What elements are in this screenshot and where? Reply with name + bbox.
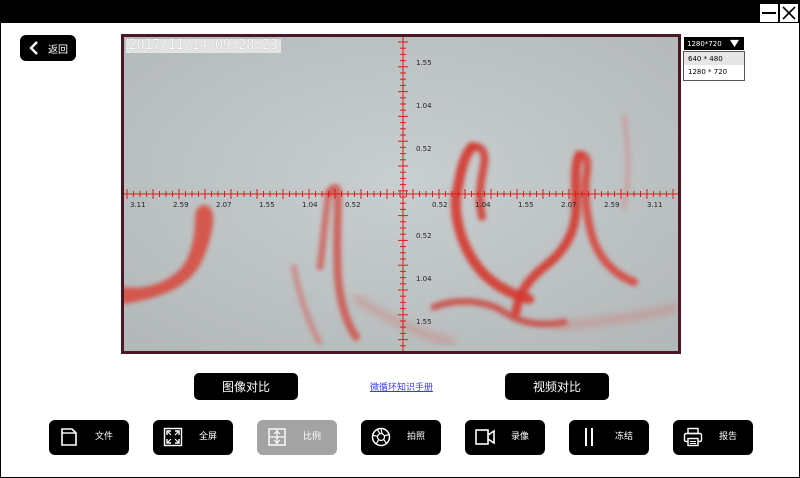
scale-button-label: 比例 xyxy=(303,432,322,442)
resolution-dropdown-menu: 640 * 480 1280 * 720 xyxy=(683,51,745,81)
resolution-option-640[interactable]: 640 * 480 xyxy=(684,52,744,65)
camera-feed[interactable]: 2017/11/14 09:28:23 3.11 2.59 2.07 1.55 1.04… xyxy=(124,37,678,351)
scale-x-label: 2.07 xyxy=(216,201,232,209)
freeze-button-label: 冻结 xyxy=(615,432,634,442)
scale-y-label: 0.52 xyxy=(416,232,432,240)
video-compare-button[interactable]: 视频对比 xyxy=(505,373,609,400)
scale-x-label: 0.52 xyxy=(432,201,448,209)
scale-x-label: 3.11 xyxy=(130,201,146,209)
scale-y-label: 1.04 xyxy=(416,275,432,283)
scale-y-label: 1.55 xyxy=(416,59,432,67)
pause-icon xyxy=(585,428,593,446)
caret-down-icon xyxy=(730,39,739,48)
report-button[interactable]: 报告 xyxy=(673,420,753,455)
chevron-left-icon xyxy=(29,41,38,55)
file-button-label: 文件 xyxy=(95,432,114,442)
file-icon xyxy=(61,428,77,446)
scale-x-label: 1.04 xyxy=(302,201,318,209)
resolution-option-1280[interactable]: 1280 * 720 xyxy=(684,65,744,78)
back-button[interactable]: 返回 xyxy=(20,35,76,61)
title-bar xyxy=(1,1,799,23)
record-video-button[interactable]: 录像 xyxy=(465,420,545,455)
scale-ruler-icon xyxy=(268,428,286,446)
file-button[interactable]: 文件 xyxy=(49,420,129,455)
app-window: 返回 2017/11/14 09:28:23 3.11 2.59 2.07 1.… xyxy=(0,0,800,478)
scale-x-label: 2.07 xyxy=(561,201,577,209)
scale-y-label: 1.04 xyxy=(416,102,432,110)
camera-viewer: 2017/11/14 09:28:23 3.11 2.59 2.07 1.55 1.04… xyxy=(121,34,681,354)
video-camera-icon xyxy=(475,429,495,445)
scale-y-label: 0.52 xyxy=(416,145,432,153)
close-button[interactable] xyxy=(779,3,799,23)
knowledge-manual-link[interactable]: 微循环知识手册 xyxy=(370,380,433,393)
freeze-button[interactable]: 冻结 xyxy=(569,420,649,455)
printer-icon xyxy=(683,427,703,447)
scale-x-label: 3.11 xyxy=(647,201,663,209)
record-video-button-label: 录像 xyxy=(511,432,530,442)
fullscreen-button-label: 全屏 xyxy=(199,432,218,442)
back-button-label: 返回 xyxy=(48,44,68,56)
scale-x-label: 1.04 xyxy=(475,201,491,209)
capillary-image xyxy=(124,37,678,351)
scale-button[interactable]: 比例 xyxy=(257,420,337,455)
scale-x-label: 1.55 xyxy=(518,201,534,209)
scale-x-label: 2.59 xyxy=(173,201,189,209)
close-icon xyxy=(782,6,796,20)
camera-aperture-icon xyxy=(371,427,391,447)
report-button-label: 报告 xyxy=(719,432,738,442)
scale-y-label: 1.55 xyxy=(416,318,432,326)
scale-x-label: 1.55 xyxy=(259,201,275,209)
minimize-button[interactable] xyxy=(759,3,779,23)
timestamp-overlay: 2017/11/14 09:28:23 xyxy=(126,39,281,53)
fullscreen-icon xyxy=(163,427,183,447)
image-compare-button[interactable]: 图像对比 xyxy=(194,373,298,400)
fullscreen-button[interactable]: 全屏 xyxy=(153,420,233,455)
capture-photo-button-label: 拍照 xyxy=(407,432,426,442)
scale-x-label: 0.52 xyxy=(345,201,361,209)
resolution-selected-value: 1280*720 xyxy=(687,39,722,48)
scale-x-label: 2.59 xyxy=(604,201,620,209)
minimize-icon xyxy=(762,12,776,14)
resolution-select[interactable]: 1280*720 xyxy=(684,37,744,50)
capture-photo-button[interactable]: 拍照 xyxy=(361,420,441,455)
